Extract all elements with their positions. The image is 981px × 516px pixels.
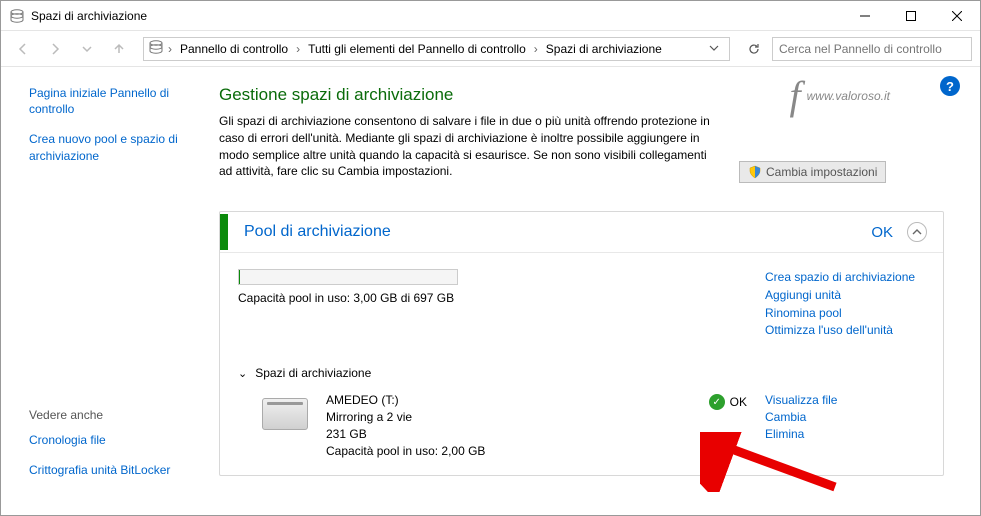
- change-settings-label: Cambia impostazioni: [766, 165, 877, 179]
- chevron-down-icon: ⌄: [238, 367, 247, 380]
- space-link-view-files[interactable]: Visualizza file: [765, 392, 925, 409]
- drive-icon: [262, 398, 308, 430]
- up-button[interactable]: [105, 35, 133, 63]
- sidebar: Pagina iniziale Pannello di controllo Cr…: [1, 67, 201, 515]
- pool-usage-bar: [238, 269, 458, 285]
- shield-icon: [748, 165, 762, 179]
- pool-action-optimize[interactable]: Ottimizza l'uso dell'unità: [765, 322, 925, 339]
- recent-locations-button[interactable]: [73, 35, 101, 63]
- back-button[interactable]: [9, 35, 37, 63]
- sidebar-link-home[interactable]: Pagina iniziale Pannello di controllo: [29, 85, 191, 117]
- space-link-delete[interactable]: Elimina: [765, 426, 925, 443]
- breadcrumb-separator[interactable]: ›: [294, 42, 302, 56]
- change-settings-button[interactable]: Cambia impostazioni: [739, 161, 886, 183]
- collapse-button[interactable]: [907, 222, 927, 242]
- pool-header: Pool di archiviazione OK: [220, 212, 943, 253]
- pool-capacity: Capacità pool in uso: 3,00 GB di 697 GB: [238, 291, 735, 305]
- breadcrumb-item[interactable]: Spazi di archiviazione: [542, 40, 666, 58]
- watermark: fwww.valoroso.it: [790, 72, 891, 119]
- pool-status-bar: [220, 214, 228, 250]
- sidebar-link-file-history[interactable]: Cronologia file: [29, 432, 191, 448]
- space-name: AMEDEO (T:): [326, 392, 691, 409]
- page-intro: Gli spazi di archiviazione consentono di…: [219, 113, 719, 180]
- breadcrumb-item[interactable]: Tutti gli elementi del Pannello di contr…: [304, 40, 530, 58]
- storage-pool-box: Pool di archiviazione OK Capacità pool i…: [219, 211, 944, 476]
- maximize-button[interactable]: [888, 1, 934, 30]
- storage-space-item: AMEDEO (T:) Mirroring a 2 vie 231 GB Cap…: [238, 392, 925, 459]
- pool-status: OK: [871, 224, 893, 241]
- breadcrumb-separator[interactable]: ›: [166, 42, 174, 56]
- forward-button[interactable]: [41, 35, 69, 63]
- close-button[interactable]: [934, 1, 980, 30]
- space-size: 231 GB: [326, 426, 691, 443]
- space-type: Mirroring a 2 vie: [326, 409, 691, 426]
- sidebar-link-bitlocker[interactable]: Crittografia unità BitLocker: [29, 462, 191, 478]
- pool-action-rename[interactable]: Rinomina pool: [765, 305, 925, 322]
- space-usage: Capacità pool in uso: 2,00 GB: [326, 443, 691, 460]
- breadcrumb-separator[interactable]: ›: [532, 42, 540, 56]
- refresh-button[interactable]: [740, 37, 768, 61]
- spaces-subheader[interactable]: ⌄ Spazi di archiviazione: [238, 366, 925, 380]
- breadcrumb-item[interactable]: Pannello di controllo: [176, 40, 292, 58]
- pool-action-create-space[interactable]: Crea spazio di archiviazione: [765, 269, 925, 286]
- ok-check-icon: ✓: [709, 394, 725, 410]
- space-status: OK: [730, 395, 747, 409]
- minimize-button[interactable]: [842, 1, 888, 30]
- pool-action-add-drive[interactable]: Aggiungi unità: [765, 287, 925, 304]
- storage-spaces-icon: [148, 39, 164, 58]
- spaces-subheader-label: Spazi di archiviazione: [255, 366, 371, 380]
- sidebar-link-create-pool[interactable]: Crea nuovo pool e spazio di archiviazion…: [29, 131, 191, 163]
- address-dropdown[interactable]: [703, 42, 725, 56]
- search-input[interactable]: [772, 37, 972, 61]
- see-also-header: Vedere anche: [29, 408, 191, 422]
- space-link-change[interactable]: Cambia: [765, 409, 925, 426]
- address-bar[interactable]: › Pannello di controllo › Tutti gli elem…: [143, 37, 730, 61]
- window-title: Spazi di archiviazione: [31, 9, 842, 23]
- storage-spaces-icon: [9, 8, 25, 24]
- main-content: fwww.valoroso.it Gestione spazi di archi…: [201, 67, 980, 515]
- pool-title: Pool di archiviazione: [244, 223, 871, 241]
